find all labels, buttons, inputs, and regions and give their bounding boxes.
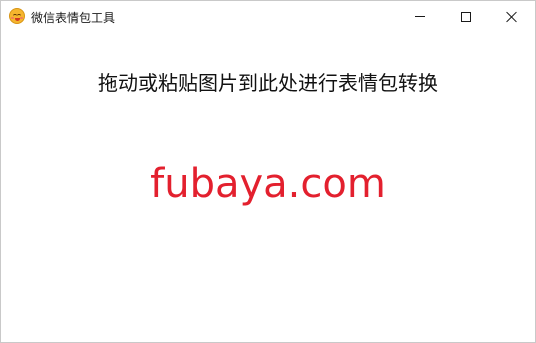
minimize-button[interactable]	[397, 1, 443, 32]
maximize-button[interactable]	[443, 1, 489, 32]
maximize-icon	[461, 11, 471, 22]
minimize-icon	[415, 16, 425, 17]
emoji-face-icon	[9, 8, 25, 24]
window-title: 微信表情包工具	[31, 11, 116, 25]
drop-instruction: 拖动或粘贴图片到此处进行表情包转换	[98, 71, 438, 95]
close-button[interactable]	[489, 1, 535, 32]
image-drop-zone[interactable]: 拖动或粘贴图片到此处进行表情包转换 fubaya.com	[1, 32, 535, 342]
app-window: 微信表情包工具 拖动或粘贴图片到此处进行表情包转换 fubaya.com	[0, 0, 536, 343]
title-bar[interactable]: 微信表情包工具	[1, 1, 535, 32]
watermark-text: fubaya.com	[150, 161, 386, 207]
close-icon	[506, 11, 518, 23]
